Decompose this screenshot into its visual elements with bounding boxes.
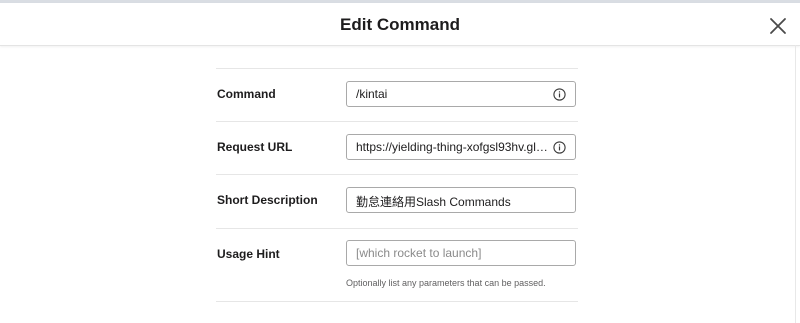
info-icon[interactable] [553,88,566,101]
short-description-value: 勤怠連絡用Slash Commands [356,195,511,209]
row-divider [216,228,578,229]
close-icon[interactable] [768,16,788,36]
dialog-title: Edit Command [340,15,460,34]
row-divider [216,121,578,122]
usage-hint-label: Usage Hint [217,247,280,261]
usage-hint-placeholder: [which rocket to launch] [356,246,482,260]
scroll-divider [795,45,796,323]
short-description-label: Short Description [217,193,318,207]
row-divider [216,174,578,175]
command-input[interactable]: /kintai [346,81,576,107]
request-url-value: https://yielding-thing-xofgsl93hv.gli... [356,140,548,154]
info-icon[interactable] [553,141,566,154]
command-label: Command [217,87,276,101]
request-url-input[interactable]: https://yielding-thing-xofgsl93hv.gli... [346,134,576,160]
dialog-header: Edit Command [0,3,800,46]
usage-hint-help-text: Optionally list any parameters that can … [346,278,546,288]
row-divider [216,301,578,302]
row-divider [216,68,578,69]
request-url-label: Request URL [217,140,293,154]
usage-hint-input[interactable]: [which rocket to launch] [346,240,576,266]
command-value: /kintai [356,87,388,101]
short-description-input[interactable]: 勤怠連絡用Slash Commands [346,187,576,213]
